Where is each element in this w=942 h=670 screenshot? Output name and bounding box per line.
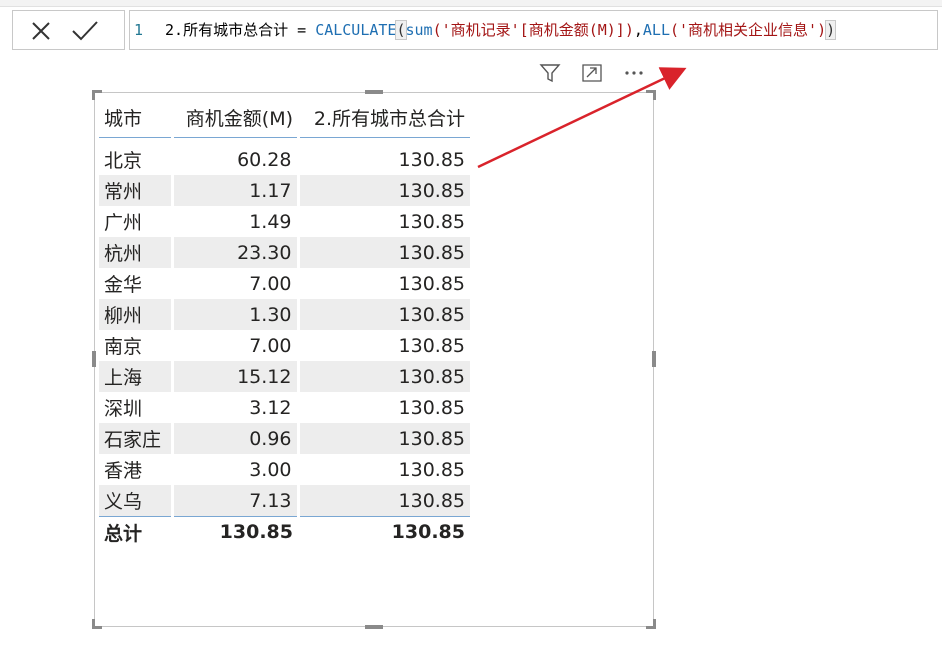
comma-token: , (633, 21, 643, 39)
commit-formula-button[interactable] (70, 17, 100, 45)
filter-icon (539, 64, 561, 83)
cancel-formula-button[interactable] (26, 17, 56, 45)
table-row[interactable]: 香港 3.00 130.85 (99, 454, 470, 485)
focus-mode-icon (582, 64, 602, 82)
cell-amount: 60.28 (172, 137, 300, 175)
formula-editor[interactable]: 1 2.所有城市总合计 = CALCULATE(sum('商机记录'[商机金额(… (129, 10, 938, 50)
equals-token: = (288, 21, 316, 39)
cell-city: 南京 (99, 330, 174, 361)
close-paren: ) (825, 20, 837, 40)
cell-total: 130.85 (298, 485, 470, 517)
cell-total: 130.85 (398, 210, 465, 233)
total-row: 总计 130.85 130.85 (99, 516, 470, 547)
cell-amount: 1.49 (172, 206, 300, 237)
cell-amount: 3.12 (172, 392, 300, 423)
resize-handle-bottom-right-v[interactable] (653, 619, 656, 629)
cell-total: 130.85 (398, 396, 465, 419)
cell-total: 130.85 (398, 272, 465, 295)
cell-amount: 1.17 (172, 175, 300, 206)
column-header-amount[interactable]: 商机金额(M) (172, 97, 298, 138)
cell-total: 130.85 (298, 423, 470, 454)
cell-total: 130.85 (398, 458, 465, 481)
table-row[interactable]: 石家庄 0.96 130.85 (99, 423, 470, 454)
more-options-button[interactable] (620, 60, 648, 86)
total-grand: 130.85 (298, 516, 470, 547)
resize-handle-top[interactable] (365, 90, 383, 94)
filter-button[interactable] (536, 60, 564, 86)
resize-handle-right[interactable] (652, 351, 656, 367)
ribbon-edge (0, 0, 942, 7)
cell-city: 杭州 (99, 237, 174, 268)
cell-total: 130.85 (298, 299, 470, 330)
resize-handle-top-right-v[interactable] (653, 90, 656, 100)
cell-city: 深圳 (99, 392, 174, 423)
cell-total: 130.85 (398, 148, 465, 171)
table-row[interactable]: 北京 60.28 130.85 (99, 137, 470, 175)
cell-amount: 7.13 (172, 485, 300, 517)
header-row: 城市 商机金额(M) 2.所有城市总合计 (99, 97, 470, 138)
all-function: ALL (642, 21, 670, 39)
line-number: 1 (134, 21, 144, 39)
table-body: 北京 60.28 130.85 常州 1.17 130.85 广州 1.49 130.85 杭州 2… (99, 137, 470, 547)
cell-total: 130.85 (398, 334, 465, 357)
open-paren: ( (395, 20, 407, 40)
cell-city: 金华 (99, 268, 174, 299)
more-options-icon (625, 71, 643, 75)
cell-total: 130.85 (298, 361, 470, 392)
measure-name: 2.所有城市总合计 (165, 21, 289, 39)
table-row[interactable]: 南京 7.00 130.85 (99, 330, 470, 361)
cell-city: 石家庄 (99, 423, 174, 454)
cell-city: 柳州 (99, 299, 174, 330)
table-row[interactable]: 深圳 3.12 130.85 (99, 392, 470, 423)
all-arguments: ('商机相关企业信息') (670, 21, 827, 39)
total-label: 总计 (99, 516, 172, 547)
close-icon (32, 22, 50, 40)
visual-header-toolbar (536, 60, 654, 86)
sum-function: sum (405, 21, 433, 39)
cell-city: 广州 (99, 206, 174, 237)
formula-bar-buttons (12, 10, 125, 50)
table-row[interactable]: 义乌 7.13 130.85 (99, 485, 470, 517)
table-row[interactable]: 广州 1.49 130.85 (99, 206, 470, 237)
cell-total: 130.85 (298, 175, 470, 206)
cell-amount: 23.30 (172, 237, 300, 268)
total-amount: 130.85 (172, 516, 298, 547)
table-visual[interactable]: 城市 商机金额(M) 2.所有城市总合计 北京 60.28 130.85 常州 1.17… (92, 90, 656, 629)
cell-amount: 0.96 (172, 423, 300, 454)
cell-amount: 7.00 (172, 330, 300, 361)
cell-amount: 3.00 (172, 454, 300, 485)
calculate-function: CALCULATE (315, 21, 397, 39)
table-row[interactable]: 柳州 1.30 130.85 (99, 299, 470, 330)
cell-amount: 1.30 (172, 299, 300, 330)
data-table: 城市 商机金额(M) 2.所有城市总合计 北京 60.28 130.85 常州 1.17… (99, 97, 470, 547)
cell-city: 常州 (99, 175, 174, 206)
resize-handle-bottom[interactable] (365, 625, 383, 629)
cell-amount: 15.12 (172, 361, 300, 392)
table-row[interactable]: 常州 1.17 130.85 (99, 175, 470, 206)
column-header-city[interactable]: 城市 (99, 97, 172, 138)
cell-city: 北京 (99, 137, 174, 175)
formula-bar: 1 2.所有城市总合计 = CALCULATE(sum('商机记录'[商机金额(… (12, 10, 938, 52)
column-header-total[interactable]: 2.所有城市总合计 (298, 97, 470, 138)
table-row[interactable]: 上海 15.12 130.85 (99, 361, 470, 392)
resize-handle-left[interactable] (92, 351, 96, 367)
table-row[interactable]: 金华 7.00 130.85 (99, 268, 470, 299)
cell-city: 义乌 (99, 485, 174, 517)
cell-city: 上海 (99, 361, 174, 392)
table-row[interactable]: 杭州 23.30 130.85 (99, 237, 470, 268)
focus-mode-button[interactable] (578, 60, 606, 86)
resize-handle-top-left-v[interactable] (92, 90, 95, 100)
cell-city: 香港 (99, 454, 174, 485)
sum-arguments: ('商机记录'[商机金额(M)]) (432, 21, 634, 39)
check-icon (72, 21, 98, 41)
cell-total: 130.85 (298, 237, 470, 268)
resize-handle-bottom-left-v[interactable] (92, 619, 95, 629)
cell-amount: 7.00 (172, 268, 300, 299)
